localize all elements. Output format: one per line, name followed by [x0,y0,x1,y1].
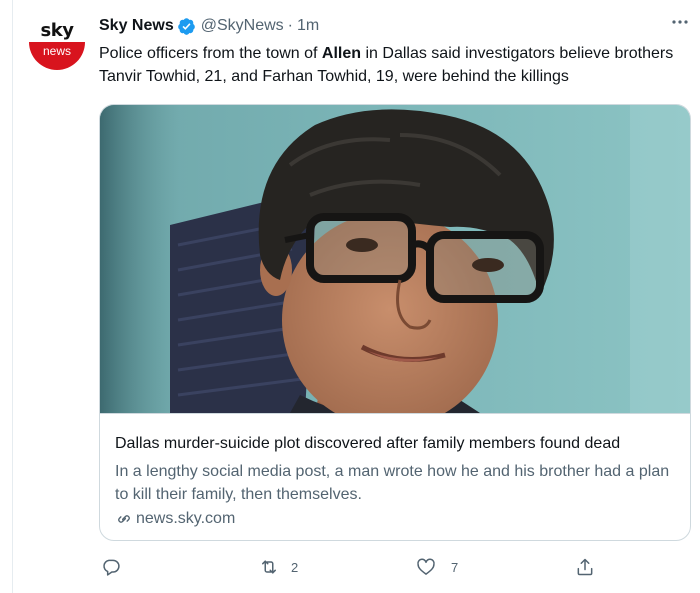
retweet-icon [262,560,276,574]
card-description: In a lengthy social media post, a man wr… [115,463,670,503]
handle[interactable]: @SkyNews [201,17,284,35]
card-domain-label: news.sky.com [136,510,236,527]
reply-icon [103,559,120,576]
tweet-text-start: Police officers from the town of [99,45,322,62]
like-icon [417,558,435,575]
verified-badge-icon [177,17,196,36]
card-body[interactable]: Dallas murder-suicide plot discovered af… [100,413,690,540]
card-photo [100,105,690,413]
tweet-text-bold: Allen [321,45,362,62]
share-button[interactable] [575,556,595,578]
avatar-logo-bottom: news [42,44,71,58]
display-name[interactable]: Sky News [99,17,174,35]
retweet-count: 2 [291,559,299,575]
timestamp[interactable]: 1m [297,17,319,35]
timeline-divider [12,0,13,593]
like-count: 7 [451,559,459,575]
avatar-logo-top: sky [40,20,74,41]
share-icon [577,558,593,576]
card-image[interactable] [100,105,690,413]
tweet[interactable]: sky news Sky News @SkyNews · 1m Police o… [0,0,700,593]
link-card[interactable]: Dallas murder-suicide plot discovered af… [99,104,691,541]
action-bar: 2 7 [0,556,700,578]
card-title[interactable]: Dallas murder-suicide plot discovered af… [115,435,680,453]
tweet-text: Police officers from the town of Allen i… [99,42,689,88]
separator-dot: · [287,17,293,34]
reply-button[interactable] [101,556,135,578]
tweet-header: Sky News @SkyNews · 1m [99,15,319,37]
like-button[interactable]: 7 [416,556,458,578]
avatar[interactable]: sky news [29,14,85,70]
more-icon[interactable] [670,12,690,32]
card-domain[interactable]: news.sky.com [115,510,235,528]
link-icon [118,515,130,523]
retweet-button[interactable]: 2 [258,556,298,578]
